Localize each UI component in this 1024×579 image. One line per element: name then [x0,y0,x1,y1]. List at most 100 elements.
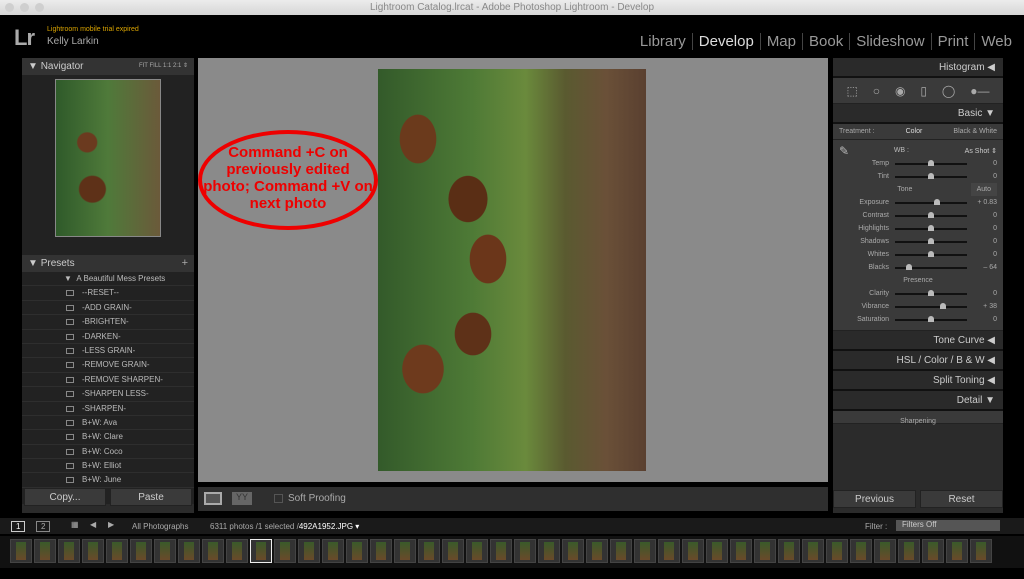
tone-curve-header[interactable]: Tone Curve ◀ [833,331,1003,351]
filmstrip-thumbnail[interactable] [418,539,440,563]
wb-select[interactable]: As Shot ⇕ [909,147,997,155]
filmstrip-thumbnail[interactable] [466,539,488,563]
filmstrip-thumbnail[interactable] [274,539,296,563]
slider-thumb[interactable] [928,315,934,322]
module-map[interactable]: Map [759,33,802,50]
filename[interactable]: 492A1952.JPG ▾ [299,522,360,531]
treatment-bw[interactable]: Black & White [953,128,997,135]
filmstrip-thumbnail[interactable] [58,539,80,563]
detail-header[interactable]: Detail ▼ [833,391,1003,411]
trial-notice[interactable]: Lightroom mobile trial expired [47,26,139,33]
preset-item[interactable]: B+W: Ava [22,416,194,431]
preset-item[interactable]: B+W: Clare [22,430,194,445]
slider-track[interactable] [895,211,967,218]
slider-contrast[interactable]: Contrast 0 [839,209,997,222]
preset-item[interactable]: B+W: June [22,473,194,488]
preset-item[interactable]: -SHARPEN- [22,402,194,416]
slider-track[interactable] [895,224,967,231]
filmstrip-thumbnail[interactable] [298,539,320,563]
filmstrip-thumbnail[interactable] [970,539,992,563]
preset-item[interactable]: -DARKEN- [22,330,194,344]
slider-saturation[interactable]: Saturation 0 [839,313,997,326]
slider-value[interactable]: 0 [973,160,997,167]
crop-icon[interactable]: ⬚ [846,84,857,98]
presets-header[interactable]: ▼ Presets + [22,255,194,272]
filmstrip-thumbnail[interactable] [226,539,248,563]
navigator-zoom-options[interactable]: FIT FILL 1:1 2:1 ⇕ [139,58,188,75]
preset-item[interactable]: -REMOVE GRAIN- [22,358,194,373]
slider-value[interactable]: 0 [973,225,997,232]
slider-track[interactable] [895,250,967,257]
module-web[interactable]: Web [974,33,1018,50]
slider-value[interactable]: 0 [973,316,997,323]
treatment-color[interactable]: Color [906,128,923,135]
grid-icon[interactable]: ▦ [71,520,79,529]
preset-item[interactable]: -ADD GRAIN- [22,301,194,316]
paste-button[interactable]: Paste [110,488,192,506]
filmstrip-thumbnail[interactable] [130,539,152,563]
slider-track[interactable] [895,289,967,296]
preset-item[interactable]: B+W: Elliot [22,459,194,474]
forward-arrow-icon[interactable]: ▶ [108,520,114,529]
filmstrip[interactable] [0,536,1024,568]
slider-track[interactable] [895,237,967,244]
filmstrip-thumbnail[interactable] [706,539,728,563]
preset-item[interactable]: --RESET-- [22,286,194,301]
slider-value[interactable]: 0 [973,238,997,245]
filmstrip-thumbnail[interactable] [562,539,584,563]
screen-1-button[interactable]: 1 [11,521,26,532]
filmstrip-thumbnail[interactable] [754,539,776,563]
reset-button[interactable]: Reset [920,490,1003,508]
red-eye-icon[interactable]: ◉ [895,84,905,98]
filmstrip-thumbnail[interactable] [586,539,608,563]
slider-highlights[interactable]: Highlights 0 [839,222,997,235]
filmstrip-thumbnail[interactable] [778,539,800,563]
slider-value[interactable]: + 38 [973,303,997,310]
slider-thumb[interactable] [906,263,913,270]
before-after-icon[interactable]: YY [232,492,252,505]
filmstrip-thumbnail[interactable] [826,539,848,563]
slider-value[interactable]: 0 [973,251,997,258]
add-preset-icon[interactable]: + [182,255,188,272]
filmstrip-thumbnail[interactable] [346,539,368,563]
filter-select[interactable]: Filters Off [896,520,1000,531]
loupe-view-icon[interactable] [204,492,222,505]
slider-track[interactable] [895,315,967,322]
filmstrip-thumbnail[interactable] [34,539,56,563]
brush-icon[interactable]: ●— [970,84,989,98]
filmstrip-thumbnail[interactable] [922,539,944,563]
filmstrip-thumbnail[interactable] [874,539,896,563]
image-canvas[interactable]: Command +C on previously edited photo; C… [198,58,828,482]
preset-item[interactable]: -LESS GRAIN- [22,344,194,359]
slider-value[interactable]: + 0.83 [973,199,997,206]
hsl-header[interactable]: HSL / Color / B & W ◀ [833,351,1003,371]
filmstrip-thumbnail[interactable] [898,539,920,563]
slider-value[interactable]: 0 [973,212,997,219]
slider-thumb[interactable] [928,211,934,218]
module-develop[interactable]: Develop [691,33,760,50]
module-slideshow[interactable]: Slideshow [849,33,930,50]
split-toning-header[interactable]: Split Toning ◀ [833,371,1003,391]
filmstrip-thumbnail[interactable] [370,539,392,563]
slider-clarity[interactable]: Clarity 0 [839,287,997,300]
slider-thumb[interactable] [928,237,934,244]
filmstrip-thumbnail[interactable] [658,539,680,563]
auto-button[interactable]: Auto [970,183,997,196]
filmstrip-thumbnail[interactable] [850,539,872,563]
slider-exposure[interactable]: Exposure + 0.83 [839,196,997,209]
module-print[interactable]: Print [930,33,975,50]
slider-shadows[interactable]: Shadows 0 [839,235,997,248]
preset-folder[interactable]: ▼ A Beautiful Mess Presets [22,272,194,287]
preset-item[interactable]: -SHARPEN LESS- [22,387,194,402]
preset-item[interactable]: B+W: Coco [22,445,194,460]
soft-proofing-checkbox[interactable] [274,494,283,503]
navigator-preview[interactable] [22,75,194,255]
zoom-button[interactable] [35,3,44,12]
filmstrip-thumbnail[interactable] [538,539,560,563]
filmstrip-thumbnail[interactable] [154,539,176,563]
filmstrip-thumbnail[interactable] [634,539,656,563]
slider-blacks[interactable]: Blacks – 64 [839,261,997,274]
filmstrip-thumbnail[interactable] [610,539,632,563]
slider-thumb[interactable] [928,224,934,231]
slider-track[interactable] [895,302,967,309]
